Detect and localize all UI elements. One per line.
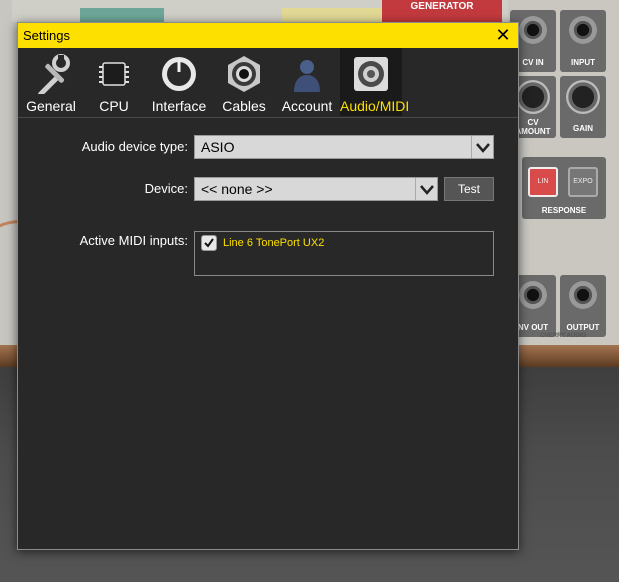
tab-account[interactable]: Account — [276, 48, 338, 116]
device-select[interactable]: << none >> — [194, 177, 438, 201]
chip-icon — [94, 54, 134, 94]
jack-socket-icon — [519, 16, 547, 44]
close-icon: ✕ — [495, 25, 511, 45]
tab-interface[interactable]: Interface — [146, 48, 212, 116]
jack-socket-icon — [569, 16, 597, 44]
speaker-icon — [351, 54, 391, 94]
jack-label: OUTPUT — [566, 323, 600, 332]
audio-device-type-select[interactable]: ASIO — [194, 135, 494, 159]
tools-icon — [31, 54, 71, 97]
tab-label: CPU — [99, 98, 129, 114]
generator-label: GENERATOR — [410, 1, 474, 12]
settings-tabbar: General CPU Interface Cables Account Aud… — [18, 48, 518, 116]
device-label: Device: — [144, 181, 188, 196]
divider — [18, 117, 518, 118]
audio-device-type-label: Audio device type: — [81, 139, 188, 154]
expo-label: EXPO — [573, 178, 593, 185]
input-jack[interactable]: INPUT — [560, 10, 606, 72]
tab-cables[interactable]: Cables — [216, 48, 272, 116]
midi-input-name: Line 6 TonePort UX2 — [223, 237, 325, 249]
close-button[interactable]: ✕ — [494, 25, 512, 45]
jack-socket-icon — [569, 281, 597, 309]
chevron-down-icon — [471, 136, 493, 158]
dialog-title: Settings — [23, 28, 70, 43]
knob-label: GAIN — [573, 124, 593, 133]
tab-audio-midi[interactable]: Audio/MIDI — [340, 48, 410, 116]
settings-dialog: Settings ✕ General CPU Interface Cables … — [17, 22, 519, 550]
tab-label: General — [26, 98, 76, 114]
response-switch: LIN EXPO RESPONSE — [522, 157, 606, 219]
knob-icon — [566, 80, 600, 114]
generator-module: GENERATOR — [382, 0, 502, 22]
jack-icon — [224, 54, 264, 94]
rack-module-right: CV IN INPUT CV AMOUNT GAIN LIN EXPO RESP… — [508, 0, 619, 345]
jack-label: INPUT — [571, 58, 595, 67]
gain-knob[interactable]: GAIN — [560, 76, 606, 138]
dialog-titlebar[interactable]: Settings ✕ — [18, 23, 518, 48]
tab-label: Audio/MIDI — [340, 98, 410, 114]
tab-label: Account — [281, 98, 333, 114]
response-label: RESPONSE — [541, 206, 587, 215]
lin-label: LIN — [537, 178, 549, 185]
expo-button[interactable]: EXPO — [568, 167, 598, 197]
user-icon — [287, 54, 327, 94]
midi-inputs-list: Line 6 TonePort UX2 — [194, 231, 494, 276]
checkmark-icon — [204, 238, 214, 248]
jack-socket-icon — [519, 281, 547, 309]
audio-device-type-value: ASIO — [201, 139, 235, 155]
tab-label: Cables — [222, 98, 266, 114]
rack-module-teal — [80, 8, 164, 22]
test-button[interactable]: Test — [444, 177, 494, 201]
tab-cpu[interactable]: CPU — [86, 48, 142, 116]
tab-label: Interface — [151, 98, 207, 114]
knob-icon — [159, 54, 199, 94]
midi-checkbox[interactable] — [201, 235, 217, 251]
tab-general[interactable]: General — [20, 48, 82, 116]
brand-label: CHERRY AUDIO — [540, 333, 586, 339]
midi-inputs-label: Active MIDI inputs: — [79, 233, 188, 248]
chevron-down-icon — [415, 178, 437, 200]
output-jack[interactable]: OUTPUT — [560, 275, 606, 337]
rack-module-yellow — [282, 8, 392, 22]
knob-icon — [516, 80, 550, 114]
device-value: << none >> — [201, 181, 273, 197]
lin-button[interactable]: LIN — [528, 167, 558, 197]
